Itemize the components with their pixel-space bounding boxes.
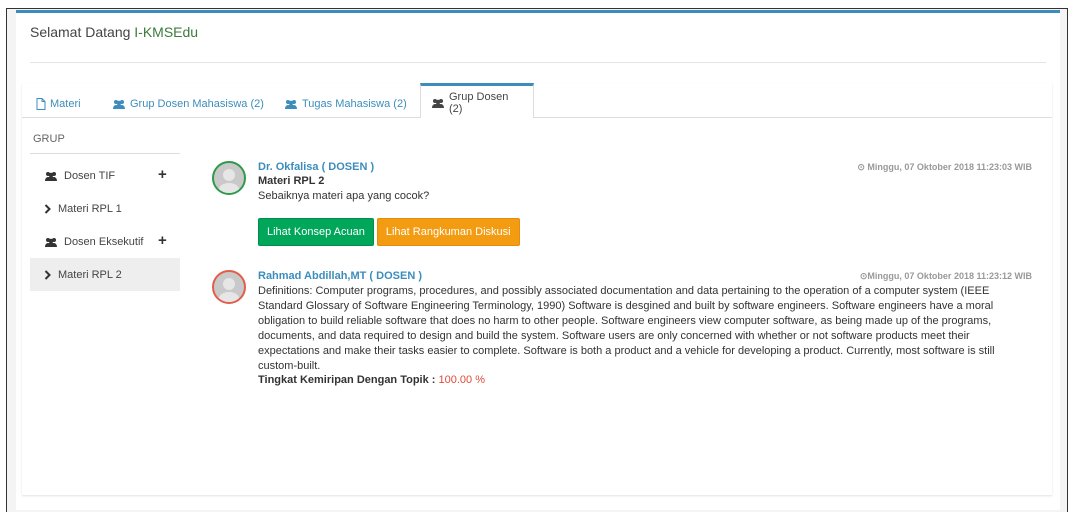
users-icon — [285, 100, 297, 109]
similarity-value: 100.00 % — [438, 374, 485, 386]
tab-grup-dosen[interactable]: Grup Dosen (2) — [420, 83, 534, 118]
tab-bar: Materi Grup Dosen Mahasiswa (2) Tugas Ma… — [22, 83, 1052, 118]
page-title: Selamat Datang I-KMSEdu — [30, 24, 199, 40]
sidebar-item-materi-rpl-1[interactable]: Materi RPL 1 — [30, 192, 180, 225]
chevron-right-icon — [44, 203, 51, 214]
post-subject: Materi RPL 2 — [258, 175, 325, 187]
user-avatar-icon — [218, 278, 240, 302]
chevron-right-icon — [44, 269, 51, 280]
user-avatar-icon — [218, 169, 240, 193]
tab-tugas-mahasiswa[interactable]: Tugas Mahasiswa (2) — [274, 91, 417, 117]
post-body: Dr. Okfalisa ( DOSEN ) ⊙ Minggu, 07 Okto… — [258, 161, 1032, 246]
users-icon — [113, 100, 125, 109]
similarity-score: Tingkat Kemiripan Dengan Topik : 100.00 … — [258, 374, 485, 386]
post-message: Definitions: Computer programs, procedur… — [258, 285, 995, 372]
avatar — [212, 161, 246, 195]
lihat-rangkuman-diskusi-button[interactable]: Lihat Rangkuman Diskusi — [376, 218, 520, 246]
tab-materi[interactable]: Materi — [26, 91, 91, 117]
tab-grup-dosen-mahasiswa[interactable]: Grup Dosen Mahasiswa (2) — [102, 91, 274, 117]
post-timestamp: ⊙ Minggu, 07 Oktober 2018 11:23:03 WIB — [857, 162, 1032, 172]
sidebar-title: GRUP — [30, 127, 180, 154]
sidebar-item-materi-rpl-2[interactable]: Materi RPL 2 — [30, 258, 180, 291]
group-sidebar: GRUP Dosen TIF + Materi RPL 1 Dosen Ekse… — [30, 127, 180, 291]
sidebar-item-dosen-tif[interactable]: Dosen TIF + — [30, 159, 180, 192]
users-icon — [432, 98, 444, 108]
avatar — [212, 270, 246, 304]
users-icon — [45, 237, 57, 247]
brand-name: I-KMSEdu — [134, 24, 199, 40]
post-actions: Lihat Konsep Acuan Lihat Rangkuman Disku… — [258, 218, 1032, 246]
users-icon — [45, 171, 57, 181]
divider — [30, 62, 1046, 63]
post-body: Rahmad Abdillah,MT ( DOSEN ) ⊙Minggu, 07… — [258, 270, 1032, 386]
post-message: Sebaiknya materi apa yang cocok? — [258, 190, 430, 202]
post-timestamp: ⊙Minggu, 07 Oktober 2018 11:23:12 WIB — [859, 271, 1032, 281]
add-member-button[interactable]: + — [158, 166, 167, 183]
file-icon — [36, 98, 46, 110]
add-member-button[interactable]: + — [158, 232, 167, 249]
main-box: Selamat Datang I-KMSEdu Materi Grup Dose… — [16, 10, 1060, 510]
lihat-konsep-acuan-button[interactable]: Lihat Konsep Acuan — [258, 218, 374, 246]
tab-panel: Materi Grup Dosen Mahasiswa (2) Tugas Ma… — [22, 83, 1052, 495]
sidebar-item-dosen-eksekutif[interactable]: Dosen Eksekutif + — [30, 225, 180, 258]
